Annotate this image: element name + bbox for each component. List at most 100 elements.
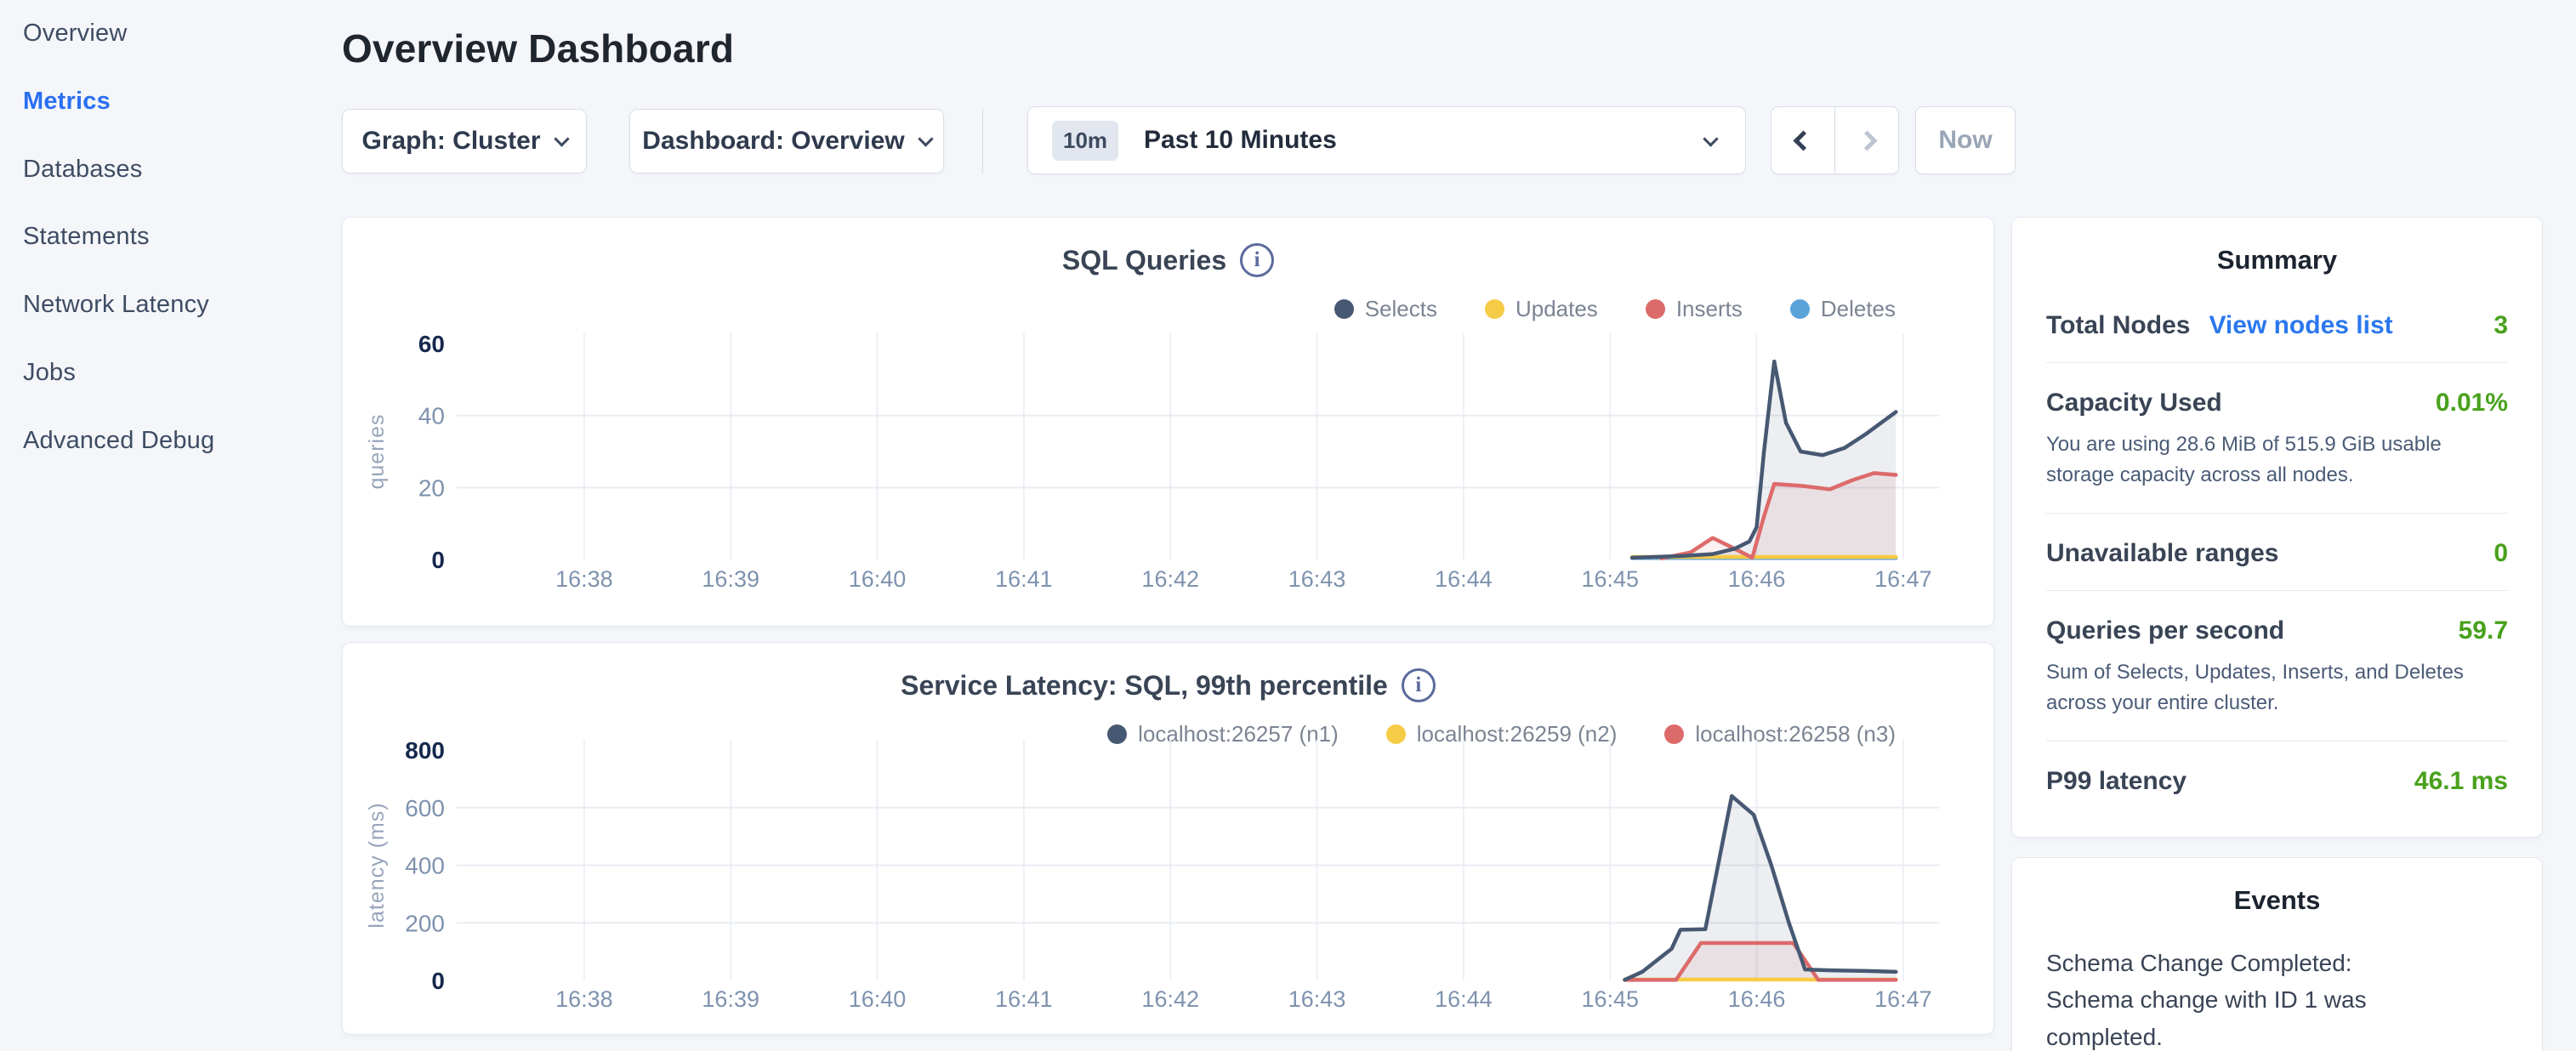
svg-text:16:43: 16:43 xyxy=(1288,566,1346,592)
summary-row-value: 59.7 xyxy=(2459,616,2508,645)
event-text: Schema Change Completed: Schema change w… xyxy=(2046,945,2446,1051)
legend-dot-icon xyxy=(1646,299,1665,319)
svg-text:16:45: 16:45 xyxy=(1581,986,1639,1012)
svg-text:40: 40 xyxy=(418,403,445,429)
legend-label: Deletes xyxy=(1821,296,1896,322)
summary-row-subtext: You are using 28.6 MiB of 515.9 GiB usab… xyxy=(2046,429,2508,491)
summary-row: Unavailable ranges 0 xyxy=(2046,513,2508,590)
svg-text:400: 400 xyxy=(405,853,445,879)
page-title: Overview Dashboard xyxy=(342,26,734,71)
chevron-left-icon xyxy=(1793,130,1813,151)
sidebar-item-metrics[interactable]: Metrics xyxy=(23,88,111,122)
app-root: { "header": { "title": "Overview Dashboa… xyxy=(0,0,2576,1051)
svg-text:16:46: 16:46 xyxy=(1728,566,1786,592)
chevron-down-icon xyxy=(1703,131,1718,146)
time-next-button[interactable] xyxy=(1835,107,1898,173)
time-prev-button[interactable] xyxy=(1771,107,1835,173)
chart-title: Service Latency: SQL, 99th percentile xyxy=(901,670,1388,702)
svg-text:16:39: 16:39 xyxy=(702,566,759,592)
svg-text:16:39: 16:39 xyxy=(702,986,759,1012)
dashboard-dropdown[interactable]: Dashboard: Overview xyxy=(629,109,944,173)
view-nodes-list-link[interactable]: View nodes list xyxy=(2209,311,2392,340)
summary-panel: Summary Total NodesView nodes list3Capac… xyxy=(2011,217,2543,838)
toolbar-divider xyxy=(982,109,983,173)
svg-text:60: 60 xyxy=(418,331,445,357)
svg-text:queries: queries xyxy=(365,414,389,490)
summary-row: P99 latency 46.1 ms xyxy=(2046,741,2508,818)
legend-item: Selects xyxy=(1334,296,1437,322)
time-stepper xyxy=(1771,106,1899,174)
sql-queries-chart: 16:3816:3916:4016:4116:4216:4316:4416:45… xyxy=(343,320,1995,617)
graph-dropdown[interactable]: Graph: Cluster xyxy=(342,109,587,173)
chevron-down-icon xyxy=(918,131,933,146)
time-range-dropdown[interactable]: 10m Past 10 Minutes xyxy=(1027,106,1746,174)
info-icon[interactable]: i xyxy=(1402,668,1436,702)
svg-text:latency (ms): latency (ms) xyxy=(365,802,389,928)
summary-row-value: 0.01% xyxy=(2436,389,2508,418)
svg-text:16:42: 16:42 xyxy=(1141,566,1199,592)
svg-text:16:47: 16:47 xyxy=(1874,566,1932,592)
sidebar-item-network-latency[interactable]: Network Latency xyxy=(23,291,209,325)
graph-dropdown-label: Graph: Cluster xyxy=(361,127,540,156)
summary-row: Queries per second 59.7 Sum of Selects, Up… xyxy=(2046,590,2508,741)
now-button-label: Now xyxy=(1938,126,1992,155)
summary-row-subtext: Sum of Selects, Updates, Inserts, and De… xyxy=(2046,657,2508,719)
chevron-down-icon xyxy=(554,131,569,146)
summary-row-value: 46.1 ms xyxy=(2414,767,2508,796)
summary-row-value: 3 xyxy=(2494,311,2508,340)
events-panel: Events Schema Change Completed: Schema c… xyxy=(2011,857,2543,1051)
chart-title: SQL Queries xyxy=(1062,245,1226,276)
legend-dot-icon xyxy=(1334,299,1354,319)
legend-item: Inserts xyxy=(1646,296,1743,322)
legend-dot-icon xyxy=(1790,299,1810,319)
legend-item: Updates xyxy=(1485,296,1598,322)
chart-legend: Selects Updates Inserts Deletes xyxy=(1334,296,1896,322)
summary-row-label: Total Nodes xyxy=(2046,311,2190,340)
sidebar-item-statements[interactable]: Statements xyxy=(23,223,150,257)
svg-text:16:41: 16:41 xyxy=(995,566,1053,592)
svg-text:16:47: 16:47 xyxy=(1874,986,1932,1012)
svg-text:16:44: 16:44 xyxy=(1435,566,1493,592)
svg-text:16:42: 16:42 xyxy=(1141,986,1199,1012)
now-button[interactable]: Now xyxy=(1915,106,2016,174)
summary-row-label: Capacity Used xyxy=(2046,389,2222,418)
svg-text:16:38: 16:38 xyxy=(555,566,613,592)
legend-item: Deletes xyxy=(1790,296,1896,322)
legend-dot-icon xyxy=(1485,299,1504,319)
time-range-label: Past 10 Minutes xyxy=(1144,126,1337,155)
svg-text:200: 200 xyxy=(405,910,445,936)
chevron-right-icon xyxy=(1857,130,1877,151)
sidebar-item-advanced-debug[interactable]: Advanced Debug xyxy=(23,427,214,461)
service-latency-chart: 16:3816:3916:4016:4116:4216:4316:4416:45… xyxy=(343,736,1995,1036)
events-title: Events xyxy=(2012,885,2542,916)
sql-queries-card: SQL Queries i Selects Updates Inserts Delet… xyxy=(342,217,1994,627)
sidebar-item-overview[interactable]: Overview xyxy=(23,20,127,54)
svg-text:0: 0 xyxy=(431,968,445,994)
time-range-badge: 10m xyxy=(1052,121,1118,161)
svg-text:16:46: 16:46 xyxy=(1728,986,1786,1012)
svg-text:0: 0 xyxy=(431,547,445,573)
events-list: Schema Change Completed: Schema change w… xyxy=(2012,916,2542,1051)
summary-row-label: Queries per second xyxy=(2046,616,2284,645)
svg-text:600: 600 xyxy=(405,795,445,821)
info-icon[interactable]: i xyxy=(1240,243,1274,277)
summary-row-label: Unavailable ranges xyxy=(2046,539,2278,568)
svg-text:20: 20 xyxy=(418,474,445,501)
summary-rows: Total Nodes View nodes list 3 Capacity Used… xyxy=(2012,276,2542,818)
svg-text:16:43: 16:43 xyxy=(1288,986,1346,1012)
sidebar-item-jobs[interactable]: Jobs xyxy=(23,359,76,393)
svg-text:800: 800 xyxy=(405,737,445,764)
summary-row-value: 0 xyxy=(2494,539,2508,568)
summary-row: Capacity Used 0.01% You are using 28.6 MiB… xyxy=(2046,362,2508,513)
legend-label: Inserts xyxy=(1676,296,1743,322)
service-latency-card: Service Latency: SQL, 99th percentile i … xyxy=(342,642,1994,1035)
svg-text:16:44: 16:44 xyxy=(1435,986,1493,1012)
sidebar-item-databases[interactable]: Databases xyxy=(23,156,142,190)
svg-text:16:38: 16:38 xyxy=(555,986,613,1012)
dashboard-dropdown-label: Dashboard: Overview xyxy=(642,127,904,156)
legend-label: Updates xyxy=(1515,296,1598,322)
svg-text:16:40: 16:40 xyxy=(849,986,907,1012)
summary-row-label: P99 latency xyxy=(2046,767,2186,796)
summary-row: Total Nodes View nodes list 3 xyxy=(2046,286,2508,362)
legend-label: Selects xyxy=(1365,296,1437,322)
